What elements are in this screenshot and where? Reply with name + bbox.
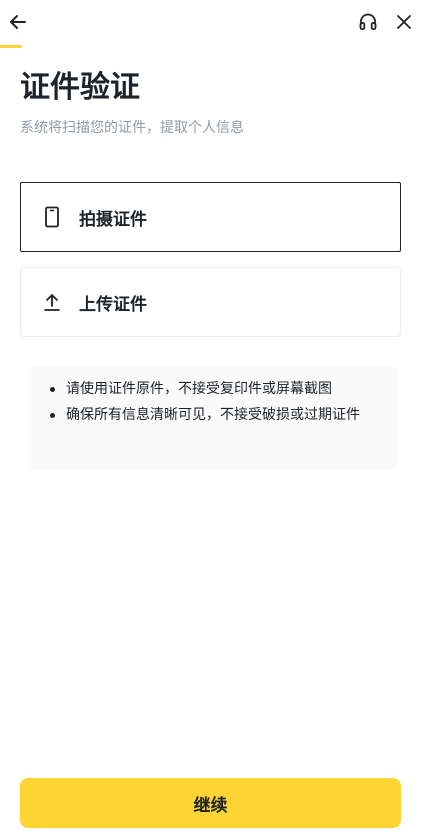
tip-text: 请使用证件原件，不接受复印件或屏幕截图: [66, 381, 332, 397]
page-title: 证件验证: [20, 70, 140, 105]
back-button[interactable]: [4, 8, 32, 36]
progress-indicator: [0, 45, 22, 48]
requirements-tips: 请使用证件原件，不接受复印件或屏幕截图 确保所有信息清晰可见，不接受破损或过期证…: [28, 366, 398, 470]
tip-item: 确保所有信息清晰可见，不接受破损或过期证件: [50, 404, 382, 427]
top-bar: [0, 0, 422, 48]
take-photo-label: 拍摄证件: [79, 209, 147, 230]
headset-icon: [359, 13, 377, 30]
close-icon: [397, 15, 411, 29]
upload-document-label: 上传证件: [79, 294, 147, 315]
id-verification-page: 证件验证 系统将扫描您的证件，提取个人信息 拍摄证件 上传证件 请使用证件原件，…: [0, 0, 422, 831]
arrow-left-icon: [10, 15, 26, 29]
continue-button[interactable]: 继续: [20, 778, 401, 828]
upload-icon: [40, 290, 64, 314]
tip-text: 确保所有信息清晰可见，不接受破损或过期证件: [66, 407, 360, 423]
tip-item: 请使用证件原件，不接受复印件或屏幕截图: [50, 378, 382, 401]
phone-icon: [40, 205, 64, 229]
page-subtitle: 系统将扫描您的证件，提取个人信息: [20, 120, 244, 136]
tips-list: 请使用证件原件，不接受复印件或屏幕截图 确保所有信息清晰可见，不接受破损或过期证…: [50, 378, 382, 427]
take-photo-option[interactable]: 拍摄证件: [20, 182, 401, 252]
bullet-icon: [50, 413, 55, 418]
bullet-icon: [50, 387, 55, 392]
upload-document-option[interactable]: 上传证件: [20, 267, 401, 337]
close-button[interactable]: [391, 9, 417, 35]
support-button[interactable]: [355, 9, 381, 35]
